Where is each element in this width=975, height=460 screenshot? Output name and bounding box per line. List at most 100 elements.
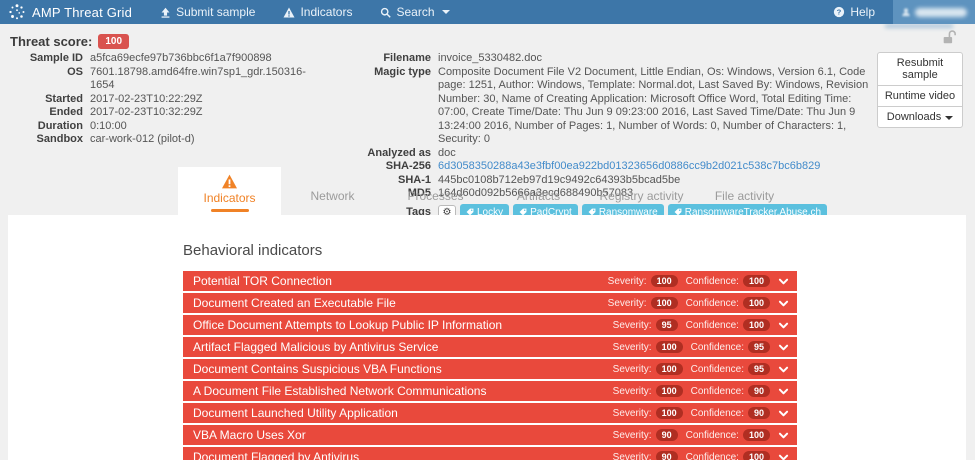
indicator-scores: Severity: 100 Confidence: 100 bbox=[608, 275, 789, 287]
chevron-down-icon[interactable] bbox=[778, 387, 789, 396]
indicator-row[interactable]: A Document File Established Network Comm… bbox=[183, 381, 797, 401]
severity-badge: 100 bbox=[651, 297, 678, 309]
severity-label: Severity: bbox=[613, 364, 652, 375]
indicator-row[interactable]: Office Document Attempts to Lookup Publi… bbox=[183, 315, 797, 335]
indicator-scores: Severity: 90 Confidence: 100 bbox=[613, 451, 789, 460]
magic-type-label: Magic type bbox=[335, 66, 438, 147]
indicator-row[interactable]: Document Contains Suspicious VBA Functio… bbox=[183, 359, 797, 379]
confidence-label: Confidence: bbox=[691, 408, 744, 419]
help-link[interactable]: ? Help bbox=[833, 5, 875, 19]
chevron-down-icon[interactable] bbox=[778, 299, 789, 308]
sandbox-label: Sandbox bbox=[0, 133, 90, 147]
warning-icon bbox=[221, 174, 238, 189]
indicator-scores: Severity: 100 Confidence: 90 bbox=[613, 385, 789, 397]
nav-label-search: Search bbox=[396, 5, 434, 19]
sandbox-row: Sandbox car-work-012 (pilot-d) bbox=[0, 133, 325, 147]
chevron-down-icon[interactable] bbox=[778, 453, 789, 460]
tab-file-activity[interactable]: File activity bbox=[693, 167, 796, 215]
confidence-label: Confidence: bbox=[686, 320, 739, 331]
action-button-group: Resubmit sample Runtime video Downloads bbox=[877, 52, 963, 128]
tab-processes[interactable]: Processes bbox=[384, 167, 487, 215]
tab-label-indicators: Indicators bbox=[203, 191, 255, 205]
confidence-label: Confidence: bbox=[686, 298, 739, 309]
indicator-row[interactable]: Artifact Flagged Malicious by Antivirus … bbox=[183, 337, 797, 357]
downloads-button[interactable]: Downloads bbox=[877, 106, 963, 128]
sample-actions: Resubmit sample Runtime video Downloads bbox=[877, 29, 963, 128]
brand-title: AMP Threat Grid bbox=[32, 5, 132, 20]
user-menu-smudge bbox=[885, 24, 953, 28]
chevron-down-icon[interactable] bbox=[778, 343, 789, 352]
duration-value: 0:10:00 bbox=[90, 120, 127, 134]
tab-label-file-activity: File activity bbox=[715, 189, 774, 203]
chevron-down-icon[interactable] bbox=[778, 365, 789, 374]
behavioral-indicators-list: Potential TOR Connection Severity: 100 C… bbox=[183, 271, 797, 460]
indicator-row[interactable]: Document Launched Utility Application Se… bbox=[183, 403, 797, 423]
magic-type-row: Magic type Composite Document File V2 Do… bbox=[335, 66, 883, 147]
severity-badge: 100 bbox=[656, 363, 683, 375]
chevron-down-icon[interactable] bbox=[778, 409, 789, 418]
indicator-row[interactable]: Document Flagged by Antivirus Severity: … bbox=[183, 447, 797, 460]
threat-score-row: Threat score: 100 bbox=[10, 34, 129, 49]
indicator-row[interactable]: VBA Macro Uses Xor Severity: 90 Confiden… bbox=[183, 425, 797, 445]
indicator-row[interactable]: Potential TOR Connection Severity: 100 C… bbox=[183, 271, 797, 291]
brand-home-link[interactable]: AMP Threat Grid bbox=[8, 3, 132, 21]
chevron-down-icon[interactable] bbox=[778, 277, 789, 286]
nav-label-submit-sample: Submit sample bbox=[176, 5, 255, 19]
tab-registry-activity[interactable]: Registry activity bbox=[590, 167, 693, 215]
confidence-badge: 100 bbox=[743, 297, 770, 309]
indicator-title: Document Created an Executable File bbox=[193, 296, 608, 310]
confidence-badge: 100 bbox=[743, 319, 770, 331]
chevron-down-icon[interactable] bbox=[778, 431, 789, 440]
started-value: 2017-02-23T10:22:29Z bbox=[90, 93, 203, 107]
indicator-title: Document Flagged by Antivirus bbox=[193, 450, 613, 460]
confidence-badge: 90 bbox=[748, 385, 770, 397]
indicator-scores: Severity: 100 Confidence: 95 bbox=[613, 341, 789, 353]
nav-item-search[interactable]: Search bbox=[380, 5, 449, 19]
sandbox-value: car-work-012 (pilot-d) bbox=[90, 133, 195, 147]
severity-label: Severity: bbox=[613, 342, 652, 353]
resubmit-sample-button[interactable]: Resubmit sample bbox=[877, 52, 963, 86]
indicator-scores: Severity: 95 Confidence: 100 bbox=[613, 319, 789, 331]
started-row: Started 2017-02-23T10:22:29Z bbox=[0, 93, 325, 107]
chevron-down-icon[interactable] bbox=[778, 321, 789, 330]
severity-badge: 100 bbox=[656, 407, 683, 419]
filename-label: Filename bbox=[335, 52, 438, 66]
threat-score-label: Threat score: bbox=[10, 34, 92, 49]
indicator-title: Potential TOR Connection bbox=[193, 274, 608, 288]
confidence-badge: 100 bbox=[743, 429, 770, 441]
confidence-badge: 95 bbox=[748, 341, 770, 353]
upload-icon bbox=[160, 7, 171, 18]
tab-indicators[interactable]: Indicators bbox=[178, 167, 281, 215]
search-icon bbox=[380, 7, 391, 18]
indicator-title: Office Document Attempts to Lookup Publi… bbox=[193, 318, 613, 332]
analyzed-as-row: Analyzed as doc bbox=[335, 147, 883, 161]
severity-label: Severity: bbox=[613, 408, 652, 419]
os-row: OS 7601.18798.amd64fre.win7sp1_gdr.15031… bbox=[0, 66, 325, 93]
sample-metadata: Sample ID a5fca69ecfe97b736bbc6f1a7f9008… bbox=[0, 52, 325, 147]
tab-network[interactable]: Network bbox=[281, 167, 384, 215]
indicator-row[interactable]: Document Created an Executable File Seve… bbox=[183, 293, 797, 313]
confidence-badge: 90 bbox=[748, 407, 770, 419]
severity-label: Severity: bbox=[613, 320, 652, 331]
runtime-video-button[interactable]: Runtime video bbox=[877, 85, 963, 107]
analyzed-as-label: Analyzed as bbox=[335, 147, 438, 161]
nav-item-indicators[interactable]: Indicators bbox=[283, 5, 352, 19]
confidence-label: Confidence: bbox=[691, 386, 744, 397]
unlocked-icon[interactable] bbox=[941, 29, 957, 45]
downloads-label: Downloads bbox=[887, 111, 941, 123]
severity-badge: 100 bbox=[656, 341, 683, 353]
user-menu[interactable] bbox=[893, 0, 975, 24]
indicator-title: Document Contains Suspicious VBA Functio… bbox=[193, 362, 613, 376]
indicator-title: VBA Macro Uses Xor bbox=[193, 428, 613, 442]
report-tabs: Indicators Network Processes Artifacts R… bbox=[178, 167, 796, 215]
help-icon: ? bbox=[833, 6, 845, 18]
threat-score-badge: 100 bbox=[98, 34, 129, 49]
duration-label: Duration bbox=[0, 120, 90, 134]
confidence-badge: 95 bbox=[748, 363, 770, 375]
severity-badge: 90 bbox=[656, 451, 678, 460]
severity-label: Severity: bbox=[608, 276, 647, 287]
tab-artifacts[interactable]: Artifacts bbox=[487, 167, 590, 215]
tab-content-panel: Behavioral indicators Potential TOR Conn… bbox=[8, 215, 966, 460]
confidence-badge: 100 bbox=[743, 275, 770, 287]
nav-item-submit-sample[interactable]: Submit sample bbox=[160, 5, 255, 19]
